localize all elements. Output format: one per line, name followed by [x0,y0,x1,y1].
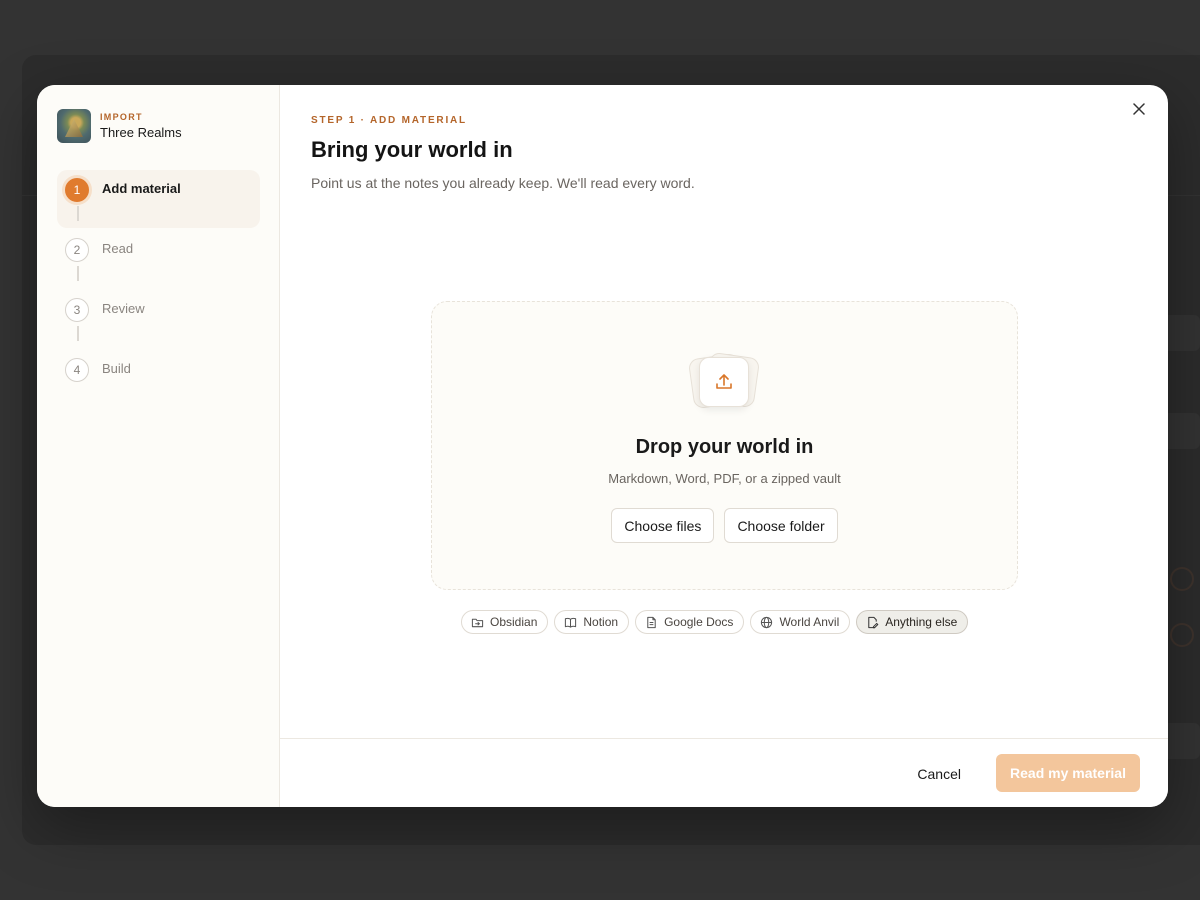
document-icon [647,616,656,628]
file-dropzone[interactable]: Drop your world in Markdown, Word, PDF, … [431,301,1018,590]
file-edit-icon [868,616,879,628]
import-main: STEP 1 · ADD MATERIAL Bring your world i… [280,85,1168,807]
source-chip-label: Obsidian [490,615,538,629]
modal-footer: Cancel Read my material [280,738,1168,807]
cancel-button[interactable]: Cancel [905,756,973,792]
step-number: 3 [65,298,89,322]
project-thumbnail [57,109,91,143]
source-chip-notion[interactable]: Notion [554,610,630,634]
step-review[interactable]: 3 Review [57,290,260,350]
source-chip-google-docs[interactable]: Google Docs [635,610,745,634]
source-chip-label: Anything else [885,615,958,629]
source-chip-label: World Anvil [779,615,840,629]
source-chip-anything-else[interactable]: Anything else [856,610,969,634]
step-add-material[interactable]: 1 Add material [57,170,260,228]
close-icon [1133,103,1145,115]
source-chip-label: Google Docs [664,615,734,629]
step-label: Read [102,241,134,256]
import-eyebrow: IMPORT [100,112,143,122]
step-number: 4 [65,358,89,382]
step-read[interactable]: 2 Read [57,230,260,290]
page-title: Bring your world in [311,137,513,162]
step-label: Review [102,301,145,316]
import-sidebar: IMPORT Three Realms 1 Add material 2 Rea… [37,85,280,807]
step-build[interactable]: 4 Build [57,350,260,410]
upload-illustration [687,351,761,412]
project-name: Three Realms [100,125,182,140]
step-number: 2 [65,238,89,262]
page-subtitle: Point us at the notes you already keep. … [311,175,695,191]
upload-icon [716,374,732,389]
step-label: Build [102,361,131,376]
stepper: 1 Add material 2 Read 3 Review 4 Build [57,170,260,410]
source-chip-obsidian[interactable]: Obsidian [461,610,549,634]
step-connector [77,206,79,221]
dropzone-title: Drop your world in [635,436,814,458]
step-label: Add material [102,181,181,196]
source-chips: Obsidian Notion Google Docs World Anvil … [461,610,969,634]
import-modal: IMPORT Three Realms 1 Add material 2 Rea… [37,85,1168,807]
read-material-button[interactable]: Read my material [996,754,1140,792]
step-number: 1 [65,178,89,202]
step-connector [77,266,79,281]
source-chip-label: Notion [583,615,619,629]
choose-folder-button[interactable]: Choose folder [724,508,838,543]
globe-icon [761,616,773,628]
dropzone-subtitle: Markdown, Word, PDF, or a zipped vault [608,471,841,486]
step-eyebrow: STEP 1 · ADD MATERIAL [311,115,467,126]
close-button[interactable] [1130,100,1148,118]
folder-import-icon [471,618,484,627]
step-connector [77,326,79,341]
choose-files-button[interactable]: Choose files [611,508,715,543]
project-header: IMPORT Three Realms [57,109,182,143]
book-icon [565,617,577,628]
source-chip-world-anvil[interactable]: World Anvil [750,610,851,634]
